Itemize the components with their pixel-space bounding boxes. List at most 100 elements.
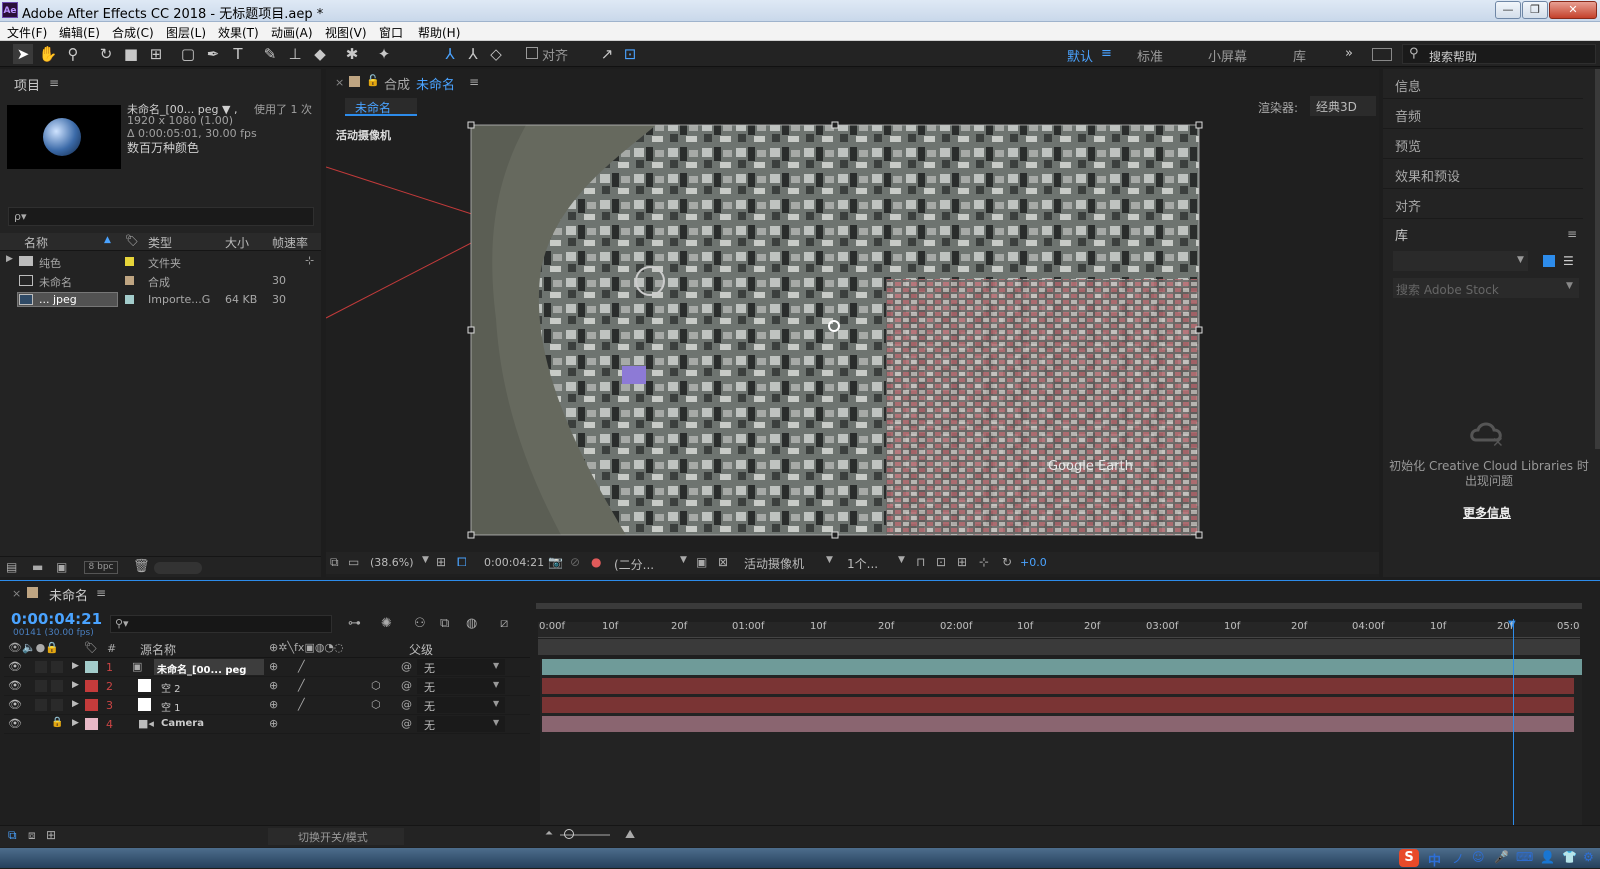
layer-row[interactable]: 👁 ▶ 1 ▣ 未命名_[00... peg ⊕ ╱ @ 无 ▼ [4,658,530,677]
work-area-bar[interactable] [538,639,1580,655]
comp-subtab[interactable]: 未命名 [345,98,417,116]
view-dropdown[interactable]: 活动摄像机 [744,555,804,572]
brush-tool-icon[interactable]: ✎ [260,44,280,64]
zoom-in-icon[interactable]: ⛰ [625,827,635,842]
column-size[interactable]: 大小 [225,234,249,251]
transform-handle[interactable] [467,121,475,129]
zoom-out-icon[interactable]: ⏶ [545,828,553,839]
panel-menu-icon[interactable]: ≡ [96,586,106,600]
transform-handle[interactable] [1195,326,1203,334]
shy-switch-icon[interactable]: ⊕ [269,679,278,692]
layer-name[interactable]: Camera [161,718,204,729]
user-icon[interactable]: 👤 [1540,850,1555,864]
ime-mode-chinese[interactable]: 中 [1428,850,1441,869]
column-framerate[interactable]: 帧速率 [272,234,308,251]
parent-dropdown[interactable]: 无 ▼ [417,659,505,675]
solo-toggle[interactable] [35,699,47,711]
layer-row[interactable]: 👁 ▶ 3 空 1 ⊕ ╱ ⬡ @ 无 ▼ [4,696,530,715]
workspace-small-screen[interactable]: 小屏幕 [1208,46,1247,65]
shy-layers-icon[interactable]: ⚇ [414,616,426,631]
chevron-down-icon[interactable]: ▼ [422,555,429,565]
comp-tab-name[interactable]: 未命名 [416,74,455,93]
timeline-icon[interactable]: ⊞ [957,555,967,569]
trash-icon[interactable]: 🗑 [133,559,150,574]
selection-tool-icon[interactable]: ➤ [13,44,33,64]
minimize-icon[interactable]: — [1495,1,1521,19]
close-tab-icon[interactable]: × [335,76,344,89]
menu-help[interactable]: 帮助(H) [418,24,460,41]
new-folder-icon[interactable]: ▬ [32,560,43,574]
flowchart-icon[interactable]: ⊹ [305,254,314,267]
parent-dropdown[interactable]: 无 ▼ [417,678,505,694]
expand-arrow-icon[interactable]: ▶ [6,254,13,264]
transfer-controls-icon[interactable]: ⧈ [28,828,36,843]
column-name[interactable]: 名称 [24,234,48,251]
layer-duration-bar[interactable] [542,716,1574,732]
transform-handle[interactable] [467,531,475,539]
eye-icon[interactable]: 👁 [8,698,22,711]
menu-layer[interactable]: 图层(L) [166,24,206,41]
eye-icon[interactable]: 👁 [8,717,22,730]
reset-exposure-icon[interactable]: ↻ [1002,555,1012,569]
menu-view[interactable]: 视图(V) [325,24,367,41]
workspace-more-button[interactable]: » [1345,46,1353,61]
layer-duration-bar[interactable] [542,697,1574,713]
new-composition-icon[interactable]: ▣ [56,560,67,574]
layer-label-swatch[interactable] [85,699,98,711]
region-of-interest-icon[interactable]: ▣ [696,555,707,569]
thumbnail-slider[interactable] [154,562,202,574]
flowchart-icon[interactable]: ⊹ [979,555,989,569]
interpret-footage-icon[interactable]: ▤ [6,560,17,574]
quality-switch-icon[interactable]: ╱ [298,660,305,673]
ime-emoji[interactable]: ☺ [1472,850,1485,864]
lock-toggle[interactable] [51,699,63,711]
3d-layer-icon[interactable]: ⬡ [371,698,381,711]
parent-dropdown[interactable]: 无 ▼ [417,697,505,713]
panel-menu-icon[interactable]: ≡ [49,76,59,90]
workspace-default[interactable]: 默认 [1067,46,1093,65]
mask-visibility-icon[interactable]: ⧠ [457,555,467,570]
panel-menu-icon[interactable]: ≡ [469,75,479,89]
timeline-search-input[interactable]: ⚲▾ [110,615,332,633]
menu-edit[interactable]: 编辑(E) [59,24,100,41]
snap-grid-icon[interactable]: ⊡ [620,44,640,64]
hand-tool-icon[interactable]: ✋ [38,44,58,64]
library-panel-title[interactable]: 库 [1395,225,1408,244]
help-search-box[interactable]: ⚲ 搜索帮助 [1402,44,1596,64]
transform-handle[interactable] [467,326,475,334]
monitor-icon[interactable]: ▭ [348,555,359,569]
transform-handle[interactable] [831,121,839,129]
zoom-slider-thumb[interactable] [564,829,574,839]
graph-editor-icon[interactable]: ⧄ [500,616,508,631]
sogou-ime-icon[interactable]: S [1399,849,1419,867]
layer-name[interactable]: 空 1 [161,699,181,714]
parent-column[interactable]: 父级 [409,641,433,658]
toolbox-icon[interactable]: ⚙ [1583,850,1594,864]
lock-icon[interactable]: 🔒 [51,717,63,728]
label-color-swatch[interactable] [125,276,134,285]
bit-depth-button[interactable]: 8 bpc [84,561,118,574]
expand-arrow-icon[interactable]: ▶ [72,699,79,709]
draft-3d-icon[interactable]: ✺ [381,616,392,631]
toggle-pixel-aspect-icon[interactable]: ⊓ [916,555,925,569]
snap-icon[interactable]: ↗ [597,44,617,64]
project-row-footage[interactable]: ... jpeg Importe...G 64 KB 30 [0,290,321,309]
more-info-link[interactable]: 更多信息 [1463,504,1511,521]
transform-handle[interactable] [831,531,839,539]
current-time-indicator[interactable] [1513,619,1514,829]
chevron-down-icon[interactable]: ▼ [898,555,905,565]
pick-whip-icon[interactable]: @ [401,717,412,730]
quality-switch-icon[interactable]: ╱ [298,679,305,692]
pick-whip-icon[interactable]: @ [401,698,412,711]
pen-tool-icon[interactable]: ✒ [203,44,223,64]
effects-presets-panel[interactable]: 效果和预设 [1383,159,1583,189]
zoom-level[interactable]: (38.6%) [370,556,414,569]
project-row-comp[interactable]: 未命名 合成 30 [0,271,321,290]
list-view-icon[interactable]: ☰ [1563,254,1574,268]
zoom-tool-icon[interactable]: ⚲ [63,44,83,64]
ime-punctuation[interactable]: ノ [1452,850,1464,867]
layer-row[interactable]: 👁 ▶ 2 空 2 ⊕ ╱ ⬡ @ 无 ▼ [4,677,530,696]
layer-duration-bar[interactable] [542,678,1574,694]
shy-switch-icon[interactable]: ⊕ [269,698,278,711]
view-layout-dropdown[interactable]: 1个... [847,555,878,572]
